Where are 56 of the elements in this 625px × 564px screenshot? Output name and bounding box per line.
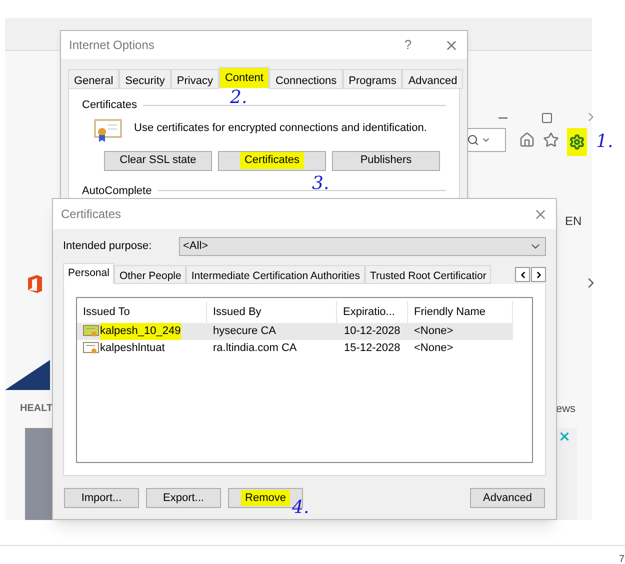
- tab[interactable]: Programs: [342, 69, 402, 89]
- certificate-icon: [83, 325, 99, 338]
- group-label: Certificates: [82, 98, 138, 113]
- office-logo-icon: [27, 275, 43, 293]
- star-icon[interactable]: [543, 132, 559, 148]
- group-label: AutoComplete: [82, 184, 152, 198]
- dialog-button[interactable]: Clear SSL state: [104, 150, 212, 170]
- table-cell-text: hysecure CA: [213, 324, 276, 340]
- table-cell-text: ra.ltindia.com CA: [213, 341, 297, 356]
- section-label[interactable]: HEALT: [20, 401, 53, 416]
- scroll-right-button[interactable]: [531, 267, 546, 282]
- tab[interactable]: Connections: [269, 69, 343, 89]
- page-number: 7: [619, 553, 625, 564]
- table-cell: kalpesh_10_249: [100, 323, 181, 340]
- tab[interactable]: Trusted Root Certificatior: [365, 265, 492, 284]
- section-label[interactable]: ews: [556, 401, 576, 418]
- search-icon: [467, 134, 479, 146]
- scroll-left-button[interactable]: [515, 267, 530, 282]
- tab[interactable]: Intermediate Certification Authorities: [186, 265, 365, 284]
- table-cell-text: <None>: [414, 341, 454, 356]
- certificate-row[interactable]: kalpesh_10_249 hysecure CA 10-12-2028 <None>: [77, 323, 513, 340]
- tab[interactable]: Personal: [63, 263, 114, 284]
- home-icon[interactable]: [519, 132, 535, 148]
- dialog-button[interactable]: Publishers: [332, 150, 440, 170]
- tab[interactable]: Content: [218, 67, 270, 89]
- dialog-button[interactable]: Certificates: [218, 150, 326, 170]
- table-cell-text: 10-12-2028: [343, 324, 400, 340]
- handwritten-annotation: 3.: [312, 172, 330, 196]
- tab[interactable]: Advanced: [402, 69, 464, 89]
- handwritten-annotation: 1.: [596, 130, 614, 154]
- description-text: Use certificates for encrypted connections and identification.: [134, 120, 427, 136]
- certificate-icon: [94, 118, 122, 142]
- dialog-button[interactable]: Export...: [146, 488, 221, 508]
- language-indicator[interactable]: EN: [565, 212, 582, 230]
- maximize-icon[interactable]: [541, 112, 553, 124]
- dialog-button[interactable]: Import...: [64, 488, 139, 508]
- tab[interactable]: Other People: [114, 265, 186, 284]
- table-cell-text: 15-12-2028: [343, 341, 400, 356]
- handwritten-annotation: 2.: [230, 86, 248, 110]
- tab[interactable]: Security: [119, 69, 171, 89]
- close-icon[interactable]: [558, 430, 571, 443]
- certificate-icon: [83, 342, 99, 355]
- purpose-dropdown[interactable]: <All>: [179, 237, 546, 256]
- banner-triangle: [5, 360, 50, 390]
- dialog-button[interactable]: Advanced: [470, 488, 545, 508]
- settings-button[interactable]: [567, 128, 587, 156]
- settings-icon: [569, 134, 585, 150]
- table-cell-text: <None>: [414, 324, 454, 340]
- help-button[interactable]: ?: [398, 35, 418, 55]
- window-title: Internet Options: [69, 37, 156, 54]
- tab[interactable]: Privacy: [170, 69, 219, 89]
- window-title: Certificates: [61, 206, 122, 223]
- certificate-row[interactable]: kalpeshlntuat ra.ltindia.com CA 15-12-2028 <None>: [77, 340, 513, 357]
- table-cell-text: kalpeshlntuat: [100, 341, 165, 356]
- tab[interactable]: General: [68, 69, 120, 89]
- field-label: Intended purpose:: [63, 239, 153, 254]
